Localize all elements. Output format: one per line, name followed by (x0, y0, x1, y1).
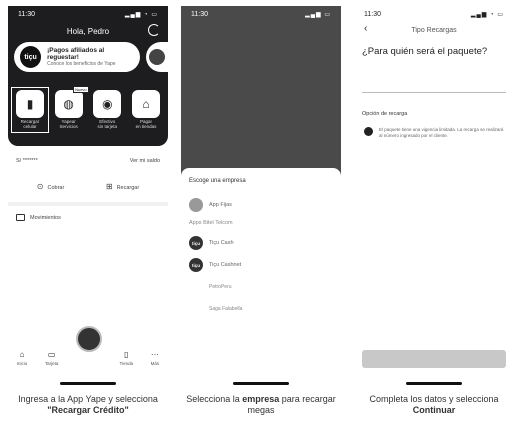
phone-screen-form: 11:30 ▂▄▆ ◔ ▭ ‹ Tipo Recargas ¿Para quié… (354, 6, 514, 376)
qr-icon: ⊙ (36, 182, 44, 191)
new-badge: Nuevo (73, 86, 89, 93)
balance-mask: S/ ******* (16, 158, 38, 164)
service-efectivo[interactable]: ◉ Efectivo sin tarjeta (91, 90, 123, 130)
info-text: El paquete tiene una vigencia limitada. … (379, 127, 504, 138)
home-icon: ⌂ (19, 350, 25, 359)
section-divider (8, 202, 168, 206)
status-time: 11:30 (18, 10, 35, 18)
service-yapear-servicios[interactable]: ◍ Nuevo Yapear Servicios (53, 86, 89, 130)
card-icon (16, 214, 25, 221)
info-note: El paquete tiene una vigencia limitada. … (364, 127, 504, 139)
recipient-input[interactable] (362, 75, 506, 93)
service-label: Pagar en tiendas (135, 119, 157, 129)
recargar-button[interactable]: ⊞ Recargar (106, 182, 139, 191)
signal-icon: ▂▄▆ ◔ ▭ (124, 11, 158, 18)
company-logo-icon (189, 198, 203, 212)
caption-step-3: Completa los datos y selecciona Continua… (369, 394, 499, 415)
phone-screen-home: 11:30 ▂▄▆ ◔ ▭ Hola, Pedro tiçu ¡Pagos af… (8, 6, 168, 376)
recharge-option-label: Opción de recarga (362, 111, 408, 117)
company-option[interactable]: Saga Falabella (189, 298, 333, 320)
service-label: Yapear Servicios (59, 119, 78, 129)
home-greeting: Hola, Pedro (66, 26, 110, 36)
promo-subtitle: Conoce los beneficios de Yape (47, 61, 116, 67)
service-label: Recargar celular (20, 119, 40, 129)
tab-mas[interactable]: ··· Más (151, 350, 160, 366)
movements-label: Movimientos (30, 214, 61, 221)
status-bar: 11:30 ▂▄▆ ▭ (181, 6, 341, 22)
promo-carousel[interactable]: tiçu ¡Pagos afiliados al reguestar! Cono… (14, 42, 168, 72)
dimmed-backdrop[interactable]: 11:30 ▂▄▆ ▭ (181, 6, 341, 176)
service-recargar-celular[interactable]: ▮ Recargar celular (11, 87, 49, 133)
account-balance-row: S/ ******* Ver mi saldo (16, 158, 160, 164)
back-arrow-icon[interactable]: ‹ (364, 23, 367, 34)
tab-tienda[interactable]: ▯ Tienda (120, 350, 134, 366)
tab-tarjeta[interactable]: ▭ Tarjeta (45, 350, 59, 366)
company-option[interactable]: App Fijas (189, 194, 333, 216)
more-icon: ··· (150, 350, 159, 359)
signal-icon: ▂▄▆ ▭ (305, 11, 331, 18)
promo-next-icon (149, 49, 165, 65)
refresh-icon[interactable] (148, 24, 160, 36)
sheet-heading: Escoge una empresa (189, 178, 246, 184)
status-bar: 11:30 ▂▄▆ ◔ ▭ (8, 6, 168, 22)
bag-icon: ▯ (124, 350, 129, 359)
company-option[interactable]: tiçu Tiçu Cash (189, 232, 333, 254)
info-icon (364, 127, 373, 136)
service-label: Efectivo sin tarjeta (97, 119, 118, 129)
services-icon: ◍ Nuevo (54, 86, 89, 118)
store-icon: ⌂ (131, 90, 160, 118)
home-header: 11:30 ▂▄▆ ◔ ▭ Hola, Pedro tiçu ¡Pagos af… (8, 6, 168, 146)
sheet-subheading: Apps Bitel Telcom (189, 220, 233, 226)
promo-title: ¡Pagos afiliados al reguestar! (47, 47, 105, 61)
promo-next-card[interactable] (146, 42, 168, 72)
bottom-tab-bar: ⌂ Inicio ▭ Tarjeta ▯ Tienda ··· Más (8, 340, 168, 366)
company-option[interactable]: PetroPeru (189, 276, 333, 298)
tiçu-logo-icon: tiçu (20, 46, 42, 68)
quick-actions: ⊙ Cobrar ⊞ Recargar (16, 182, 160, 191)
services-grid: ▮ Recargar celular ◍ Nuevo Yapear Servicios… (11, 86, 162, 133)
promo-card[interactable]: tiçu ¡Pagos afiliados al reguestar! Cono… (14, 42, 140, 72)
home-indicator (406, 382, 462, 385)
home-indicator (233, 382, 289, 385)
form-question: ¿Para quién será el paquete? (362, 46, 488, 57)
service-pagar-tiendas[interactable]: ⌂ Pagar en tiendas (130, 90, 162, 130)
status-time: 11:30 (191, 10, 208, 18)
cash-icon: ◉ (93, 90, 122, 118)
caption-step-1: Ingresa a la App Yape y selecciona "Recar… (18, 394, 158, 415)
home-indicator (60, 382, 116, 385)
home-title-bar: Hola, Pedro (8, 22, 168, 40)
form-nav-bar: ‹ Tipo Recargas (354, 22, 514, 38)
form-nav-title: Tipo Recargas (411, 26, 457, 34)
signal-icon: ▂▄▆ ◔ ▭ (470, 11, 504, 18)
movements-row[interactable]: Movimientos (16, 214, 61, 221)
phone-card-icon: ▮ (16, 90, 44, 118)
status-bar: 11:30 ▂▄▆ ◔ ▭ (354, 6, 514, 22)
tab-inicio[interactable]: ⌂ Inicio (17, 350, 28, 366)
wallet-icon: ⊞ (105, 182, 113, 191)
cobrar-button[interactable]: ⊙ Cobrar (37, 182, 65, 191)
status-time: 11:30 (364, 10, 381, 18)
phone-screen-company: 11:30 ▂▄▆ ▭ Escoge una empresa App Fijas… (181, 6, 341, 376)
continue-button[interactable] (362, 350, 506, 368)
tiçu-logo-icon: tiçu (189, 236, 203, 250)
tiçu-logo-icon: tiçu (189, 258, 203, 272)
card-tab-icon: ▭ (47, 350, 56, 359)
company-bottom-sheet: Escoge una empresa App Fijas Apps Bitel … (181, 168, 341, 376)
show-balance-link[interactable]: Ver mi saldo (130, 158, 160, 164)
caption-step-2: Selecciona la empresa para recargar mega… (186, 394, 336, 415)
company-option[interactable]: tiçu Tiçu Cashnet (189, 254, 333, 276)
